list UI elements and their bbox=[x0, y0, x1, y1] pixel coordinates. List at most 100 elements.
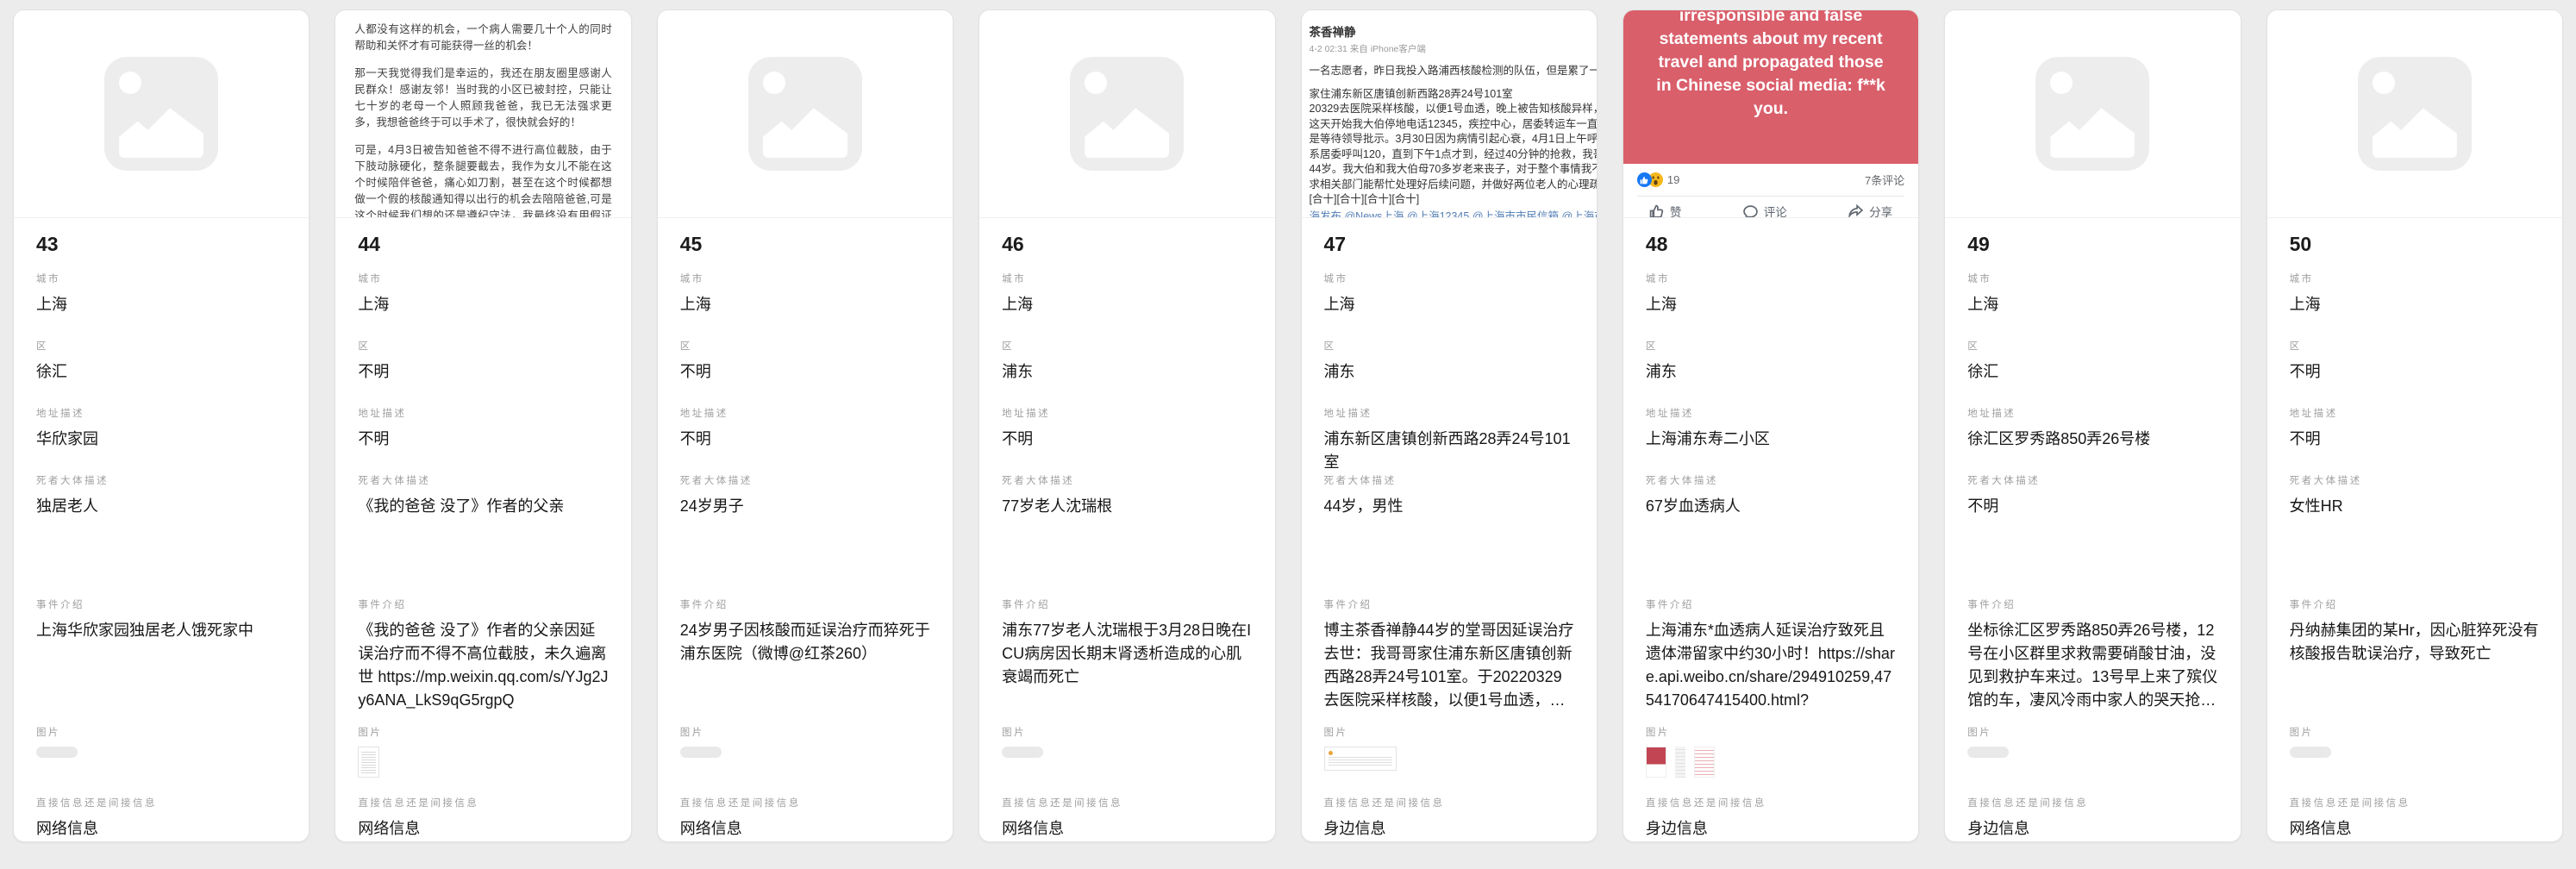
field-event: 事件介绍 丹纳赫集团的某Hr，因心脏猝死没有核酸报告耽误治疗，导致死亡 bbox=[2290, 597, 2540, 725]
field-city: 城市 上海 bbox=[680, 272, 930, 339]
field-label-image: 图片 bbox=[36, 725, 286, 739]
record-number: 48 bbox=[1646, 232, 1896, 256]
weibo-body-line: 一名志愿者，昨日我投入路浦西核酸检测的队伍，但是累了一天后晚上接 bbox=[1310, 64, 1597, 79]
field-label-image: 图片 bbox=[680, 725, 930, 739]
field-label-city: 城市 bbox=[1324, 272, 1574, 285]
field-city: 城市 上海 bbox=[1002, 272, 1252, 339]
field-address: 地址描述 浦东新区唐镇创新西路28弄24号101室 bbox=[1324, 406, 1574, 473]
field-value-source: 身边信息 bbox=[1967, 817, 2217, 841]
field-value-event: 坐标徐汇区罗秀路850弄26号楼，12号在小区群里求救需要硝酸甘油，没见到救护车… bbox=[1967, 619, 2217, 712]
card-grid: 43 城市 上海 区 徐汇 地址描述 华欣家园 死者大体描述 独居老人 事件介绍… bbox=[0, 0, 2576, 869]
field-event: 事件介绍 《我的爸爸 没了》作者的父亲因延误治疗而不得不高位截肢，未久遍离世 h… bbox=[358, 597, 608, 725]
field-event: 事件介绍 上海浦东*血透病人延误治疗致死且遗体滞留家中约30小时！https:/… bbox=[1646, 597, 1896, 725]
record-card[interactable]: 茶香禅静 4-2 02:31 来自 iPhone客户端 一名志愿者，昨日我投入路… bbox=[1301, 9, 1597, 842]
card-body: 48 城市 上海 区 浦东 地址描述 上海浦东寿二小区 死者大体描述 67岁血透… bbox=[1623, 218, 1918, 842]
record-card[interactable]: 46 城市 上海 区 浦东 地址描述 不明 死者大体描述 77岁老人沈瑞根 事件… bbox=[979, 9, 1275, 842]
field-district: 区 浦东 bbox=[1002, 339, 1252, 406]
field-image: 图片 bbox=[1002, 725, 1252, 796]
field-value-event: 丹纳赫集团的某Hr，因心脏猝死没有核酸报告耽误治疗，导致死亡 bbox=[2290, 619, 2540, 666]
screenshot-paragraph: 可是，4月3日被告知爸爸不得不进行高位截肢，由于下肢动脉硬化，整条腿要截去，我作… bbox=[354, 142, 611, 218]
field-value-address: 浦东新区唐镇创新西路28弄24号101室 bbox=[1324, 428, 1574, 474]
card-body: 47 城市 上海 区 浦东 地址描述 浦东新区唐镇创新西路28弄24号101室 … bbox=[1302, 218, 1597, 842]
card-body: 43 城市 上海 区 徐汇 地址描述 华欣家园 死者大体描述 独居老人 事件介绍… bbox=[14, 218, 309, 842]
fb-reactions-row: 19 7条评论 bbox=[1623, 164, 1918, 194]
field-label-victim: 死者大体描述 bbox=[1646, 473, 1896, 487]
field-city: 城市 上海 bbox=[2290, 272, 2540, 339]
field-value-district: 不明 bbox=[358, 360, 608, 384]
weibo-mentions: 海发布 @News上海 @上海12345 @上海市市民信箱 @上海市志愿者协会 bbox=[1310, 209, 1597, 219]
field-value-address: 上海浦东寿二小区 bbox=[1646, 428, 1896, 451]
field-victim: 死者大体描述 《我的爸爸 没了》作者的父亲 bbox=[358, 473, 608, 597]
image-placeholder-icon bbox=[2035, 57, 2149, 171]
field-label-event: 事件介绍 bbox=[1002, 597, 1252, 611]
placeholder-mountain-shape bbox=[119, 103, 203, 158]
field-label-city: 城市 bbox=[680, 272, 930, 285]
field-label-image: 图片 bbox=[1646, 725, 1896, 739]
text-screenshot: 人都没有这样的机会，一个病人需要几十个人的同时帮助和关怀才有可能获得一丝的机会！… bbox=[335, 10, 630, 218]
field-value-event: 24岁男子因核酸而延误治疗而猝死于浦东医院（微博@红茶260） bbox=[680, 619, 930, 666]
fb-red-background: irresponsible and false statements about… bbox=[1623, 10, 1918, 164]
screenshot-paragraph: 那一天我觉得我们是幸运的，我还在朋友圈里感谢人民群众！感谢友邻！当时我的小区已被… bbox=[354, 66, 611, 131]
record-card[interactable]: 49 城市 上海 区 徐汇 地址描述 徐汇区罗秀路850弄26号楼 死者大体描述… bbox=[1944, 9, 2241, 842]
field-value-source: 身边信息 bbox=[1324, 817, 1574, 841]
media-placeholder bbox=[1945, 10, 2240, 217]
field-label-image: 图片 bbox=[1002, 725, 1252, 739]
field-value-victim: 不明 bbox=[1967, 495, 2217, 518]
field-label-address: 地址描述 bbox=[1646, 406, 1896, 420]
field-label-city: 城市 bbox=[1967, 272, 2217, 285]
media-placeholder bbox=[2267, 10, 2562, 217]
field-event: 事件介绍 浦东77岁老人沈瑞根于3月28日晚在ICU病房因长期末肾透析造成的心肌… bbox=[1002, 597, 1252, 725]
field-label-image: 图片 bbox=[2290, 725, 2540, 739]
field-victim: 死者大体描述 44岁，男性 bbox=[1324, 473, 1574, 597]
record-card[interactable]: 50 城市 上海 区 不明 地址描述 不明 死者大体描述 女性HR 事件介绍 丹… bbox=[2267, 9, 2563, 842]
field-district: 区 浦东 bbox=[1646, 339, 1896, 406]
placeholder-mountain-shape bbox=[1085, 103, 1169, 158]
placeholder-sun-shape bbox=[763, 72, 785, 94]
field-value-victim: 44岁，男性 bbox=[1324, 495, 1574, 518]
field-label-address: 地址描述 bbox=[2290, 406, 2540, 420]
image-placeholder-icon bbox=[2358, 57, 2472, 171]
field-value-city: 上海 bbox=[1646, 293, 1896, 316]
card-media bbox=[658, 10, 953, 218]
field-label-city: 城市 bbox=[2290, 272, 2540, 285]
field-value-district: 徐汇 bbox=[36, 360, 286, 384]
placeholder-mountain-shape bbox=[2373, 103, 2457, 158]
field-value-city: 上海 bbox=[1002, 293, 1252, 316]
record-card[interactable]: 43 城市 上海 区 徐汇 地址描述 华欣家园 死者大体描述 独居老人 事件介绍… bbox=[13, 9, 309, 842]
weibo-body-line: 求相关部门能帮忙处理好后续问题，并做好两位老人的心理疏导，给予 bbox=[1310, 178, 1597, 193]
record-card[interactable]: 人都没有这样的机会，一个病人需要几十个人的同时帮助和关怀才有可能获得一丝的机会！… bbox=[335, 9, 631, 842]
field-label-district: 区 bbox=[680, 339, 930, 353]
field-label-event: 事件介绍 bbox=[1646, 597, 1896, 611]
media-placeholder bbox=[979, 10, 1274, 217]
field-source: 直接信息还是间接信息 身边信息 bbox=[1646, 796, 1896, 842]
field-value-event: 浦东77岁老人沈瑞根于3月28日晚在ICU病房因长期末肾透析造成的心肌衰竭而死亡 bbox=[1002, 619, 1252, 689]
field-label-city: 城市 bbox=[358, 272, 608, 285]
field-value-event: 上海华欣家园独居老人饿死家中 bbox=[36, 619, 286, 642]
fb-share-label: 分享 bbox=[1869, 203, 1892, 218]
field-value-district: 浦东 bbox=[1002, 360, 1252, 384]
field-city: 城市 上海 bbox=[1646, 272, 1896, 339]
card-media bbox=[1945, 10, 2240, 218]
fb-like-reaction-icon bbox=[1637, 172, 1652, 187]
weibo-timestamp: 4-2 02:31 来自 iPhone客户端 bbox=[1310, 42, 1597, 55]
image-thumbnail bbox=[2290, 747, 2331, 758]
record-number: 46 bbox=[1002, 232, 1252, 256]
field-city: 城市 上海 bbox=[1967, 272, 2217, 339]
field-source: 直接信息还是间接信息 网络信息 bbox=[358, 796, 608, 842]
field-label-source: 直接信息还是间接信息 bbox=[2290, 796, 2540, 810]
field-label-address: 地址描述 bbox=[36, 406, 286, 420]
field-label-victim: 死者大体描述 bbox=[36, 473, 286, 487]
image-placeholder-icon bbox=[104, 57, 218, 171]
fb-post-screenshot: irresponsible and false statements about… bbox=[1623, 10, 1918, 218]
field-value-district: 不明 bbox=[2290, 360, 2540, 384]
field-address: 地址描述 不明 bbox=[2290, 406, 2540, 473]
field-value-victim: 独居老人 bbox=[36, 495, 286, 518]
record-card[interactable]: irresponsible and false statements about… bbox=[1623, 9, 1919, 842]
field-city: 城市 上海 bbox=[358, 272, 608, 339]
record-card[interactable]: 45 城市 上海 区 不明 地址描述 不明 死者大体描述 24岁男子 事件介绍 … bbox=[657, 9, 953, 842]
field-address: 地址描述 华欣家园 bbox=[36, 406, 286, 473]
card-media: 人都没有这样的机会，一个病人需要几十个人的同时帮助和关怀才有可能获得一丝的机会！… bbox=[335, 10, 630, 218]
field-value-city: 上海 bbox=[358, 293, 608, 316]
field-label-source: 直接信息还是间接信息 bbox=[358, 796, 608, 810]
field-victim: 死者大体描述 不明 bbox=[1967, 473, 2217, 597]
